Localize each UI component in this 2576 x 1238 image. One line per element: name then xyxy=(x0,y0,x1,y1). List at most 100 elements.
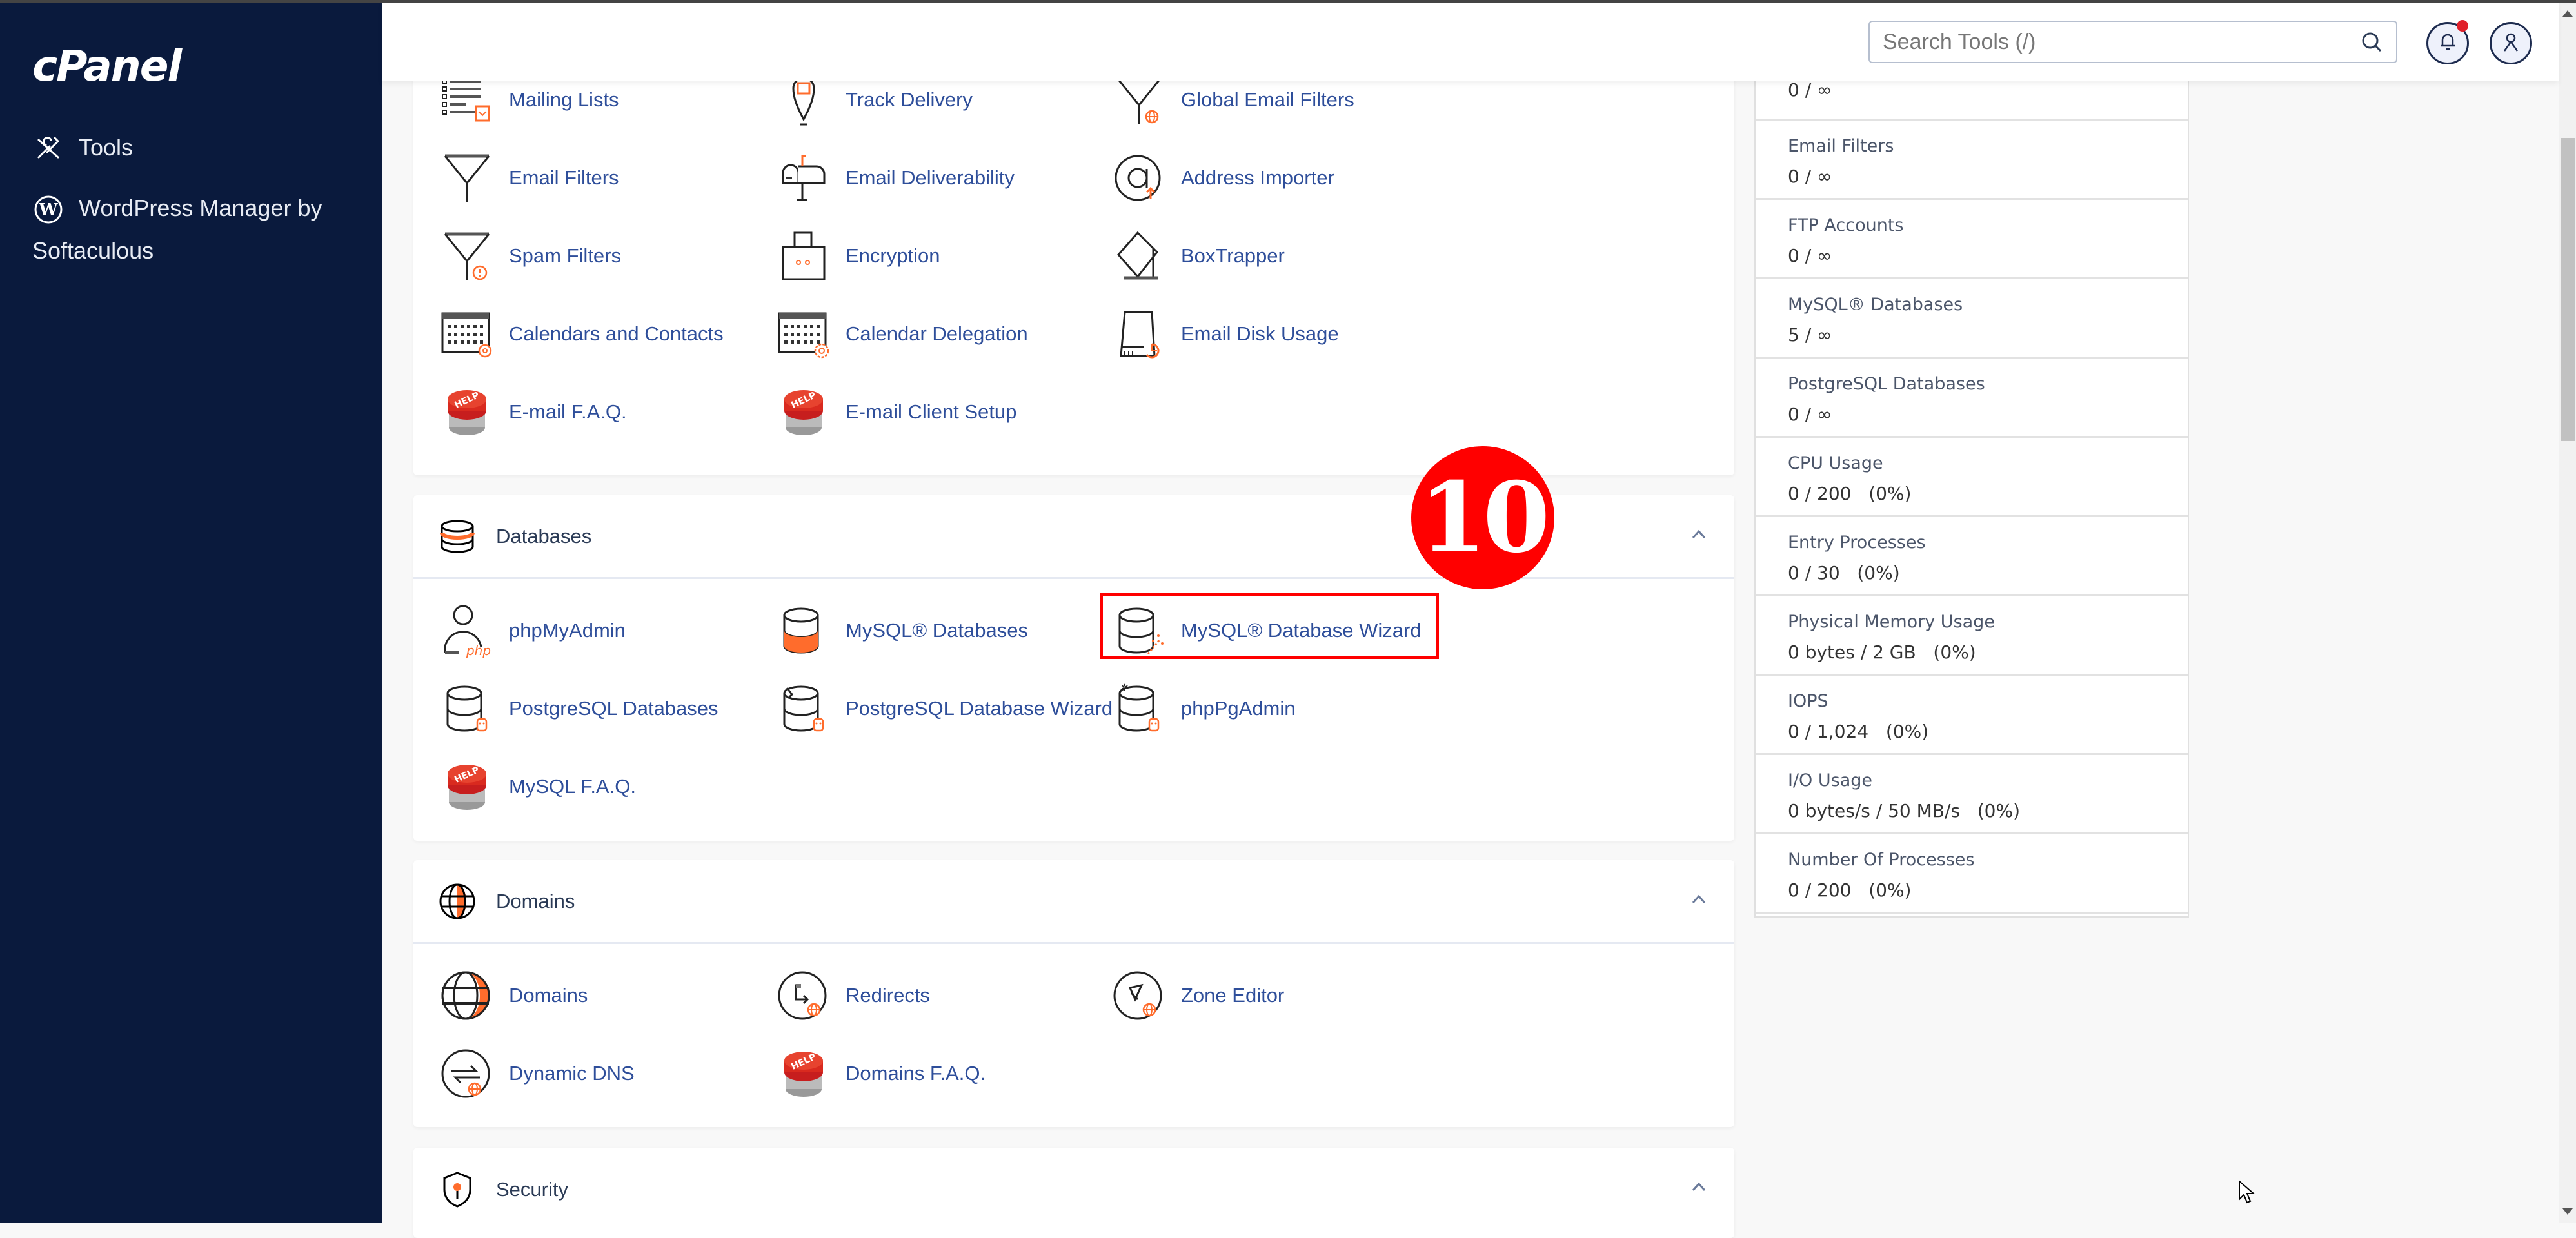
mailbox-icon xyxy=(775,149,833,207)
phppgadmin-icon: ✲ xyxy=(1110,680,1168,738)
tool-calendars-and-contacts[interactable]: Calendars and Contacts xyxy=(438,302,724,366)
tool-label: Calendars and Contacts xyxy=(509,322,724,345)
security-section: Security xyxy=(413,1148,1734,1238)
window-top-border xyxy=(0,0,2576,3)
stat-value: 0 / 30 (0%) xyxy=(1788,562,1900,584)
tool-calendar-delegation[interactable]: Calendar Delegation xyxy=(775,302,1028,366)
tool-label: Domains F.A.Q. xyxy=(846,1062,986,1085)
section-title: Databases xyxy=(496,524,592,547)
tool-e-mail-f-a-q[interactable]: HELP E-mail F.A.Q. xyxy=(438,380,627,444)
tool-zone-editor[interactable]: Zone Editor xyxy=(1110,963,1284,1028)
tool-label: BoxTrapper xyxy=(1181,244,1285,267)
user-menu-button[interactable] xyxy=(2490,22,2532,64)
postgresql-icon xyxy=(438,680,496,738)
stat-value: 5 / ∞ xyxy=(1788,324,1832,346)
tool-label: PostgreSQL Databases xyxy=(509,697,718,720)
chevron-up-icon[interactable] xyxy=(1689,1177,1709,1197)
stat-value: 0 / ∞ xyxy=(1788,79,1832,101)
stat-row: Number Of Processes 0 / 200 (0%) xyxy=(1756,834,2188,914)
security-section-header[interactable]: Security xyxy=(413,1148,1734,1232)
tool-label: Spam Filters xyxy=(509,244,621,267)
tool-mysql-databases[interactable]: MySQL® Databases xyxy=(775,598,1028,663)
tool-label: MySQL® Databases xyxy=(846,619,1029,642)
tool-label: Redirects xyxy=(846,984,930,1007)
stat-label: I/O Usage xyxy=(1788,771,1873,791)
stat-row: FTP Accounts 0 / ∞ xyxy=(1756,200,2188,279)
sidebar-item-tools[interactable]: Tools xyxy=(32,126,133,169)
cpanel-logo[interactable]: cPanel xyxy=(32,41,182,91)
tool-postgresql-database-wizard[interactable]: PostgreSQL Database Wizard xyxy=(775,676,1113,741)
tool-label: Encryption xyxy=(846,244,940,267)
tools-icon xyxy=(32,132,64,164)
tool-label: Email Disk Usage xyxy=(1181,322,1339,345)
tool-phpmyadmin[interactable]: php phpMyAdmin xyxy=(438,598,626,663)
spam-filters-icon xyxy=(438,227,496,285)
calendar-delegation-icon xyxy=(775,305,833,363)
stat-row: Entry Processes 0 / 30 (0%) xyxy=(1756,517,2188,596)
calendar-icon xyxy=(438,305,496,363)
stat-row: MySQL® Databases 5 / ∞ xyxy=(1756,279,2188,359)
phpmyadmin-icon: php xyxy=(438,602,496,660)
stat-value: 0 / ∞ xyxy=(1788,404,1832,425)
stat-label: Physical Memory Usage xyxy=(1788,612,1995,632)
scroll-down-arrow-icon[interactable] xyxy=(2562,1208,2573,1215)
search-tools-box[interactable] xyxy=(1868,21,2397,63)
tool-label: Track Delivery xyxy=(846,88,973,111)
tool-e-mail-client-setup[interactable]: HELP E-mail Client Setup xyxy=(775,380,1016,444)
stat-label: Email Filters xyxy=(1788,136,1894,156)
search-icon[interactable] xyxy=(2360,30,2383,54)
bell-icon xyxy=(2439,32,2457,55)
tool-postgresql-databases[interactable]: PostgreSQL Databases xyxy=(438,676,718,741)
tool-label: MySQL F.A.Q. xyxy=(509,775,636,798)
tool-label: phpPgAdmin xyxy=(1181,697,1296,720)
tool-phppgadmin[interactable]: ✲ phpPgAdmin xyxy=(1110,676,1296,741)
tool-email-filters[interactable]: Email Filters xyxy=(438,146,619,210)
scrollbar-thumb[interactable] xyxy=(2561,138,2575,441)
stat-row: PostgreSQL Databases 0 / ∞ xyxy=(1756,359,2188,438)
dynamic-dns-icon xyxy=(438,1045,496,1103)
section-title: Security xyxy=(496,1178,568,1201)
section-title: Domains xyxy=(496,889,575,912)
domains-section: Domains Domains Redirects Zone Editor Dynam… xyxy=(413,860,1734,1127)
domains-section-header[interactable]: Domains xyxy=(413,860,1734,944)
stat-value: 0 bytes/s / 50 MB/s (0%) xyxy=(1788,800,2020,821)
tool-label: Zone Editor xyxy=(1181,984,1285,1007)
tool-address-importer[interactable]: Address Importer xyxy=(1110,146,1334,210)
chevron-up-icon[interactable] xyxy=(1689,525,1709,544)
tool-label: Dynamic DNS xyxy=(509,1062,635,1085)
tool-redirects[interactable]: Redirects xyxy=(775,963,930,1028)
tool-spam-filters[interactable]: Spam Filters xyxy=(438,224,621,288)
tool-label: E-mail F.A.Q. xyxy=(509,400,627,423)
tool-label: Email Deliverability xyxy=(846,166,1015,189)
address-importer-icon xyxy=(1110,149,1168,207)
sidebar-item-label: Tools xyxy=(79,134,134,161)
svg-text:php: php xyxy=(466,643,491,658)
page-scrollbar[interactable] xyxy=(2559,3,2576,1223)
notifications-button[interactable] xyxy=(2426,20,2469,64)
tool-encryption[interactable]: Encryption xyxy=(775,224,940,288)
encryption-icon xyxy=(775,227,833,285)
top-header xyxy=(382,3,2559,81)
tool-label: Calendar Delegation xyxy=(846,322,1028,345)
chevron-up-icon[interactable] xyxy=(1689,890,1709,909)
database-icon xyxy=(438,517,477,556)
statistics-panel: 0 / ∞ Email Filters 0 / ∞ FTP Accounts 0 / ∞… xyxy=(1754,68,2189,918)
tool-domains-f-a-q[interactable]: HELP Domains F.A.Q. xyxy=(775,1041,986,1106)
tool-domains[interactable]: Domains xyxy=(438,963,588,1028)
scroll-up-arrow-icon[interactable] xyxy=(2562,10,2573,17)
search-tools-input[interactable] xyxy=(1883,29,2360,55)
mysql-databases-icon xyxy=(775,602,833,660)
tool-boxtrapper[interactable]: BoxTrapper xyxy=(1110,224,1285,288)
tool-email-deliverability[interactable]: Email Deliverability xyxy=(775,146,1015,210)
help-button-icon: HELP xyxy=(775,1045,833,1103)
sidebar-item-wordpress-manager[interactable]: W WordPress Manager by Softaculous xyxy=(32,187,342,272)
tool-dynamic-dns[interactable]: Dynamic DNS xyxy=(438,1041,635,1106)
tool-label: Email Filters xyxy=(509,166,619,189)
stat-value: 0 / 200 (0%) xyxy=(1788,879,1912,901)
help-button-icon: HELP xyxy=(438,383,496,441)
stat-row: CPU Usage 0 / 200 (0%) xyxy=(1756,438,2188,517)
tool-mysql-f-a-q[interactable]: HELP MySQL F.A.Q. xyxy=(438,754,636,819)
tool-email-disk-usage[interactable]: Email Disk Usage xyxy=(1110,302,1339,366)
redirects-icon xyxy=(775,967,833,1025)
stat-label: IOPS xyxy=(1788,691,1828,711)
